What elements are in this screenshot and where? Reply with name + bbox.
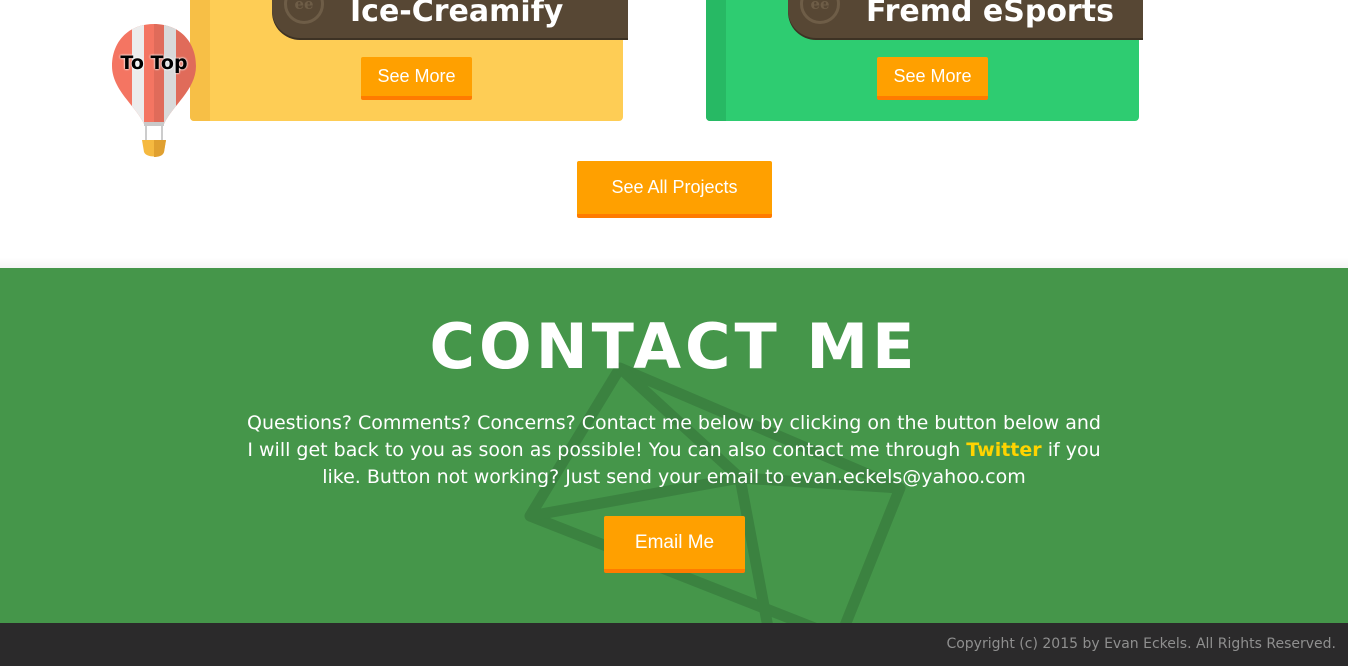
twitter-link[interactable]: Twitter [966, 439, 1041, 461]
see-all-projects-button[interactable]: See All Projects [577, 161, 772, 218]
project-title-banner: ee Ice-Creamify [272, 0, 628, 38]
contact-description: Questions? Comments? Concerns? Contact m… [244, 410, 1104, 491]
contact-section: CONTACT ME Questions? Comments? Concerns… [0, 268, 1348, 623]
page: ee Ice-Creamify See More ee Fremd eSport… [0, 0, 1348, 666]
hot-air-balloon-icon [112, 24, 196, 157]
project-card-fremd-esports: ee Fremd eSports See More [706, 0, 1143, 121]
see-more-button[interactable]: See More [361, 57, 472, 100]
to-top-button[interactable]: To Top [108, 22, 200, 162]
project-title-banner: ee Fremd eSports [788, 0, 1143, 38]
project-title: Ice-Creamify [350, 0, 564, 29]
card-stripe [706, 0, 726, 121]
copyright-text: Copyright (c) 2015 by Evan Eckels. All R… [946, 636, 1336, 652]
project-card-ice-creamify: ee Ice-Creamify See More [190, 0, 628, 121]
logo-icon: ee [284, 0, 324, 24]
section-divider [0, 258, 1348, 268]
contact-title: CONTACT ME [429, 310, 919, 383]
project-title: Fremd eSports [866, 0, 1114, 29]
to-top-label: To Top [120, 52, 188, 74]
email-me-button[interactable]: Email Me [604, 516, 745, 573]
see-more-button[interactable]: See More [877, 57, 988, 100]
logo-icon: ee [800, 0, 840, 24]
footer: Copyright (c) 2015 by Evan Eckels. All R… [0, 623, 1348, 666]
